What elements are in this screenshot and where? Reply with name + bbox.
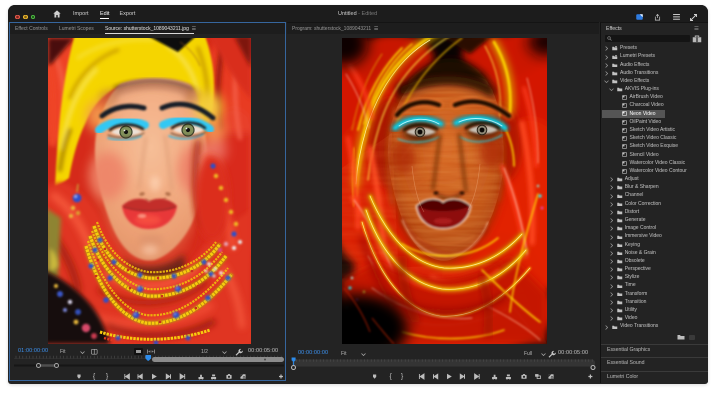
svg-text:}: } [106,374,109,381]
svg-text:}: } [401,374,404,381]
svg-text:{: { [390,374,393,381]
svg-text:{: { [93,374,96,381]
